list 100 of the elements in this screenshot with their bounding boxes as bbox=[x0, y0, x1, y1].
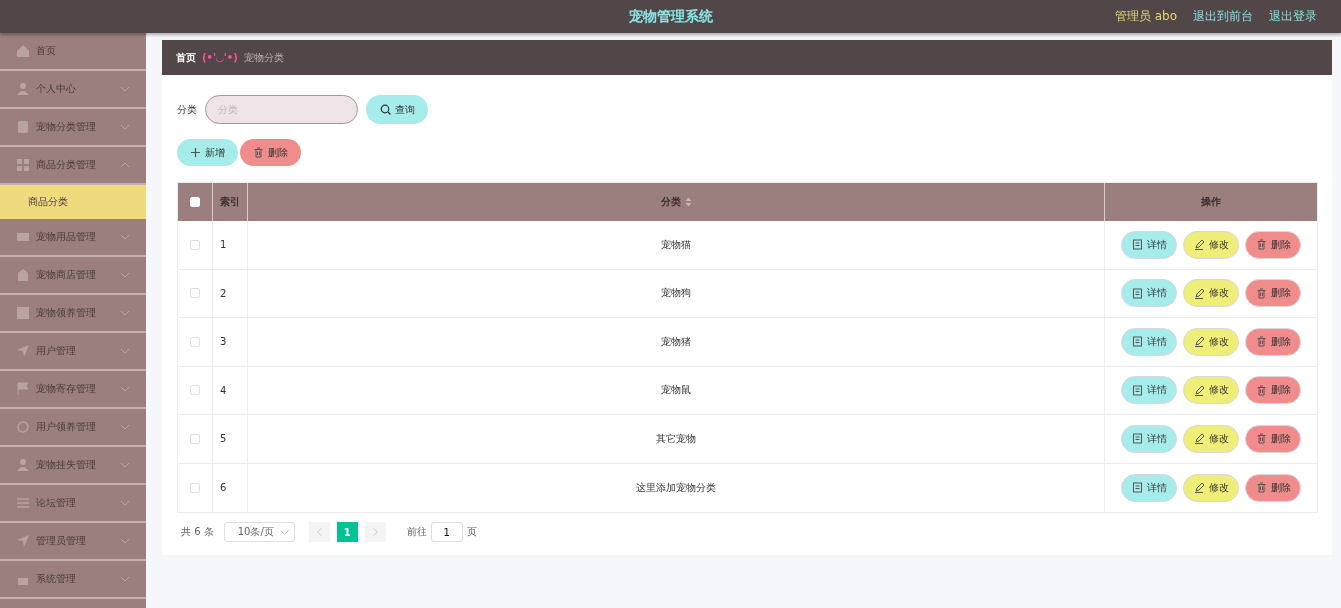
sidebar-item[interactable]: 宠物挂失管理 bbox=[0, 447, 146, 485]
table-cell: 1 bbox=[220, 239, 227, 251]
breadcrumb-current: 宠物分类 bbox=[243, 50, 284, 65]
column-header: 操作 bbox=[1200, 195, 1222, 209]
menu-icon bbox=[16, 496, 30, 510]
chevron-icon bbox=[120, 348, 130, 354]
search-button[interactable]: 查询 bbox=[366, 95, 428, 124]
previous-page-button[interactable] bbox=[308, 522, 330, 542]
chevron-icon bbox=[120, 234, 130, 240]
sidebar-item[interactable]: 宠物寄存管理 bbox=[0, 371, 146, 409]
page-suffix: 页 bbox=[466, 525, 477, 539]
edit-button[interactable]: 修改 bbox=[1183, 230, 1239, 259]
checkbox[interactable] bbox=[190, 482, 200, 493]
user-name: 管理员 abo bbox=[1114, 8, 1177, 25]
table-cell: 2 bbox=[220, 287, 227, 299]
header-link[interactable]: 退出登录 bbox=[1269, 8, 1317, 25]
sidebar-item[interactable]: 用户管理 bbox=[0, 333, 146, 371]
detail-button[interactable]: 详情 bbox=[1121, 230, 1177, 259]
pencil-icon bbox=[1193, 287, 1205, 299]
page-input[interactable]: 1 bbox=[430, 522, 463, 542]
chevron-right-icon bbox=[372, 528, 378, 536]
table-cell: 6 bbox=[220, 482, 227, 494]
detail-button[interactable]: 详情 bbox=[1121, 279, 1177, 308]
add-button[interactable]: 新增 bbox=[177, 139, 238, 166]
document-icon bbox=[1131, 384, 1143, 396]
checkbox[interactable] bbox=[190, 336, 200, 347]
sidebar-item[interactable]: 宠物商店管理 bbox=[0, 257, 146, 295]
edit-button[interactable]: 修改 bbox=[1183, 279, 1239, 308]
delete-button[interactable]: 删除 bbox=[1245, 424, 1301, 453]
delete-button[interactable]: 删除 bbox=[1245, 327, 1301, 356]
trash-icon bbox=[1255, 336, 1267, 348]
chevron-icon bbox=[120, 462, 130, 468]
flag-icon bbox=[16, 382, 30, 396]
chevron-icon bbox=[279, 529, 289, 535]
delete-button[interactable]: 删除 bbox=[240, 139, 301, 166]
chevron-icon bbox=[120, 424, 130, 430]
sidebar-item[interactable]: 宠物领养管理 bbox=[0, 295, 146, 333]
detail-button[interactable]: 详情 bbox=[1121, 473, 1177, 502]
checkbox[interactable] bbox=[190, 239, 200, 250]
sidebar-item[interactable]: 用户领养管理 bbox=[0, 409, 146, 447]
edit-button[interactable]: 修改 bbox=[1183, 424, 1239, 453]
send-icon bbox=[16, 344, 30, 358]
edit-button[interactable]: 修改 bbox=[1183, 473, 1239, 502]
table-cell: 这里添加宠物分类 bbox=[636, 480, 716, 495]
sidebar-subitem[interactable]: 商品分类 bbox=[0, 185, 146, 219]
home-icon bbox=[16, 44, 30, 58]
sidebar-item[interactable]: 个人中心 bbox=[0, 71, 146, 109]
pencil-icon bbox=[1193, 239, 1205, 251]
sidebar-item[interactable]: 管理员管理 bbox=[0, 523, 146, 561]
column-header[interactable]: 分类 bbox=[660, 195, 681, 209]
document-icon bbox=[16, 120, 30, 134]
sidebar-item[interactable]: 宠物用品管理 bbox=[0, 219, 146, 257]
delete-button[interactable]: 删除 bbox=[1245, 473, 1301, 502]
delete-button[interactable]: 删除 bbox=[1245, 279, 1301, 308]
table-cell: 5 bbox=[220, 433, 227, 445]
sidebar-item[interactable]: 系统管理 bbox=[0, 561, 146, 599]
checkbox[interactable] bbox=[190, 288, 200, 299]
document-icon bbox=[1131, 433, 1143, 445]
trash-icon bbox=[1255, 239, 1267, 251]
sidebar-item[interactable]: 论坛管理 bbox=[0, 485, 146, 523]
document-icon bbox=[1131, 239, 1143, 251]
edit-button[interactable]: 修改 bbox=[1183, 327, 1239, 356]
chevron-icon bbox=[120, 162, 130, 168]
delete-button[interactable]: 删除 bbox=[1245, 376, 1301, 405]
chevron-icon bbox=[120, 576, 130, 582]
detail-button[interactable]: 详情 bbox=[1121, 327, 1177, 356]
detail-button[interactable]: 详情 bbox=[1121, 376, 1177, 405]
document-icon bbox=[1131, 287, 1143, 299]
column-header: 索引 bbox=[213, 183, 248, 221]
chevron-icon bbox=[120, 500, 130, 506]
table-cell: 宠物狗 bbox=[661, 286, 691, 301]
checkbox[interactable] bbox=[190, 385, 200, 396]
trash-icon bbox=[1255, 482, 1267, 494]
table-cell: 宠物猫 bbox=[661, 237, 691, 252]
header-link[interactable]: 退出到前台 bbox=[1193, 8, 1253, 25]
chevron-left-icon bbox=[316, 528, 322, 536]
send-icon bbox=[16, 534, 30, 548]
trash-icon bbox=[1255, 287, 1267, 299]
detail-button[interactable]: 详情 bbox=[1121, 424, 1177, 453]
table-cell: 宠物鼠 bbox=[661, 383, 691, 398]
person-icon bbox=[16, 458, 30, 472]
sort-icon bbox=[684, 197, 692, 207]
next-page-button[interactable] bbox=[364, 522, 386, 542]
breadcrumb-link[interactable]: 首页 bbox=[176, 50, 196, 65]
edit-button[interactable]: 修改 bbox=[1183, 376, 1239, 405]
delete-button[interactable]: 删除 bbox=[1245, 230, 1301, 259]
table-cell: 宠物猪 bbox=[661, 334, 691, 349]
chevron-icon bbox=[120, 386, 130, 392]
checkbox[interactable] bbox=[190, 433, 200, 444]
pencil-icon bbox=[1193, 336, 1205, 348]
table-cell: 3 bbox=[220, 336, 227, 348]
app-title: 宠物管理系统 bbox=[628, 7, 713, 26]
sidebar-item[interactable]: 宠物分类管理 bbox=[0, 109, 146, 147]
plus-icon bbox=[190, 147, 201, 158]
card-icon bbox=[16, 230, 30, 244]
power-icon bbox=[16, 420, 30, 434]
document-icon bbox=[1131, 482, 1143, 494]
sidebar-item[interactable]: 首页 bbox=[0, 33, 146, 71]
total-count: 共 6 条 bbox=[181, 525, 214, 539]
page-size-select[interactable]: 10条/页 bbox=[223, 522, 295, 542]
